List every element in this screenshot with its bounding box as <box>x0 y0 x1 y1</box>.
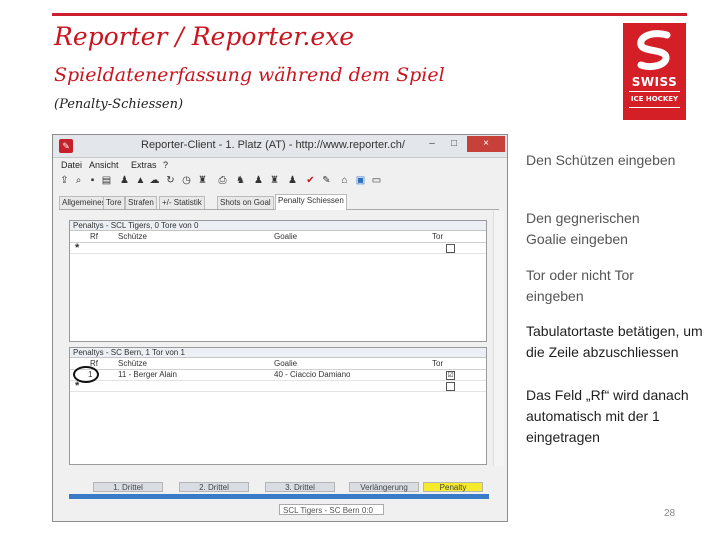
vertical-scrollbar[interactable] <box>493 211 504 466</box>
menu-ansicht[interactable]: Ansicht <box>89 160 119 170</box>
tv-icon[interactable]: ▭ <box>371 175 382 186</box>
search-icon[interactable]: ⌕ <box>73 175 84 186</box>
window-titlebar[interactable]: ✎ Reporter-Client - 1. Platz (AT) - http… <box>53 135 507 158</box>
swiss-ice-hockey-logo: SWISS ICE HOCKEY <box>623 23 686 120</box>
logo-divider <box>629 91 680 92</box>
grid-title: Penaltys - SCL Tigers, 0 Tore von 0 <box>70 221 486 231</box>
new-row[interactable]: * <box>70 381 486 392</box>
menu-help[interactable]: ? <box>163 160 168 170</box>
tor-checkbox-checked[interactable]: ☑ <box>446 371 455 380</box>
upload-icon[interactable]: ⇪ <box>59 175 70 186</box>
penalty-grid-away: Penaltys - SC Bern, 1 Tor von 1 Rf Schüt… <box>69 347 487 465</box>
tab-penalty-schiessen[interactable]: Penalty Schiessen <box>275 194 347 210</box>
window-title: Reporter-Client - 1. Platz (AT) - http:/… <box>141 139 405 151</box>
note-tor: Tor oder nicht Tor eingeben <box>526 267 634 304</box>
tab-statistik[interactable]: +/- Statistik <box>159 196 205 209</box>
period-1[interactable]: 1. Drittel <box>93 482 163 492</box>
menu-extras[interactable]: Extras <box>131 160 157 170</box>
penalty-grid-home: Penaltys - SCL Tigers, 0 Tore von 0 Rf S… <box>69 220 487 342</box>
refresh-icon[interactable]: ↻ <box>165 175 176 186</box>
home-icon[interactable]: ⌂ <box>339 175 350 186</box>
print-icon[interactable]: ⎙ <box>217 175 228 186</box>
grid-header: Rf Schütze Goalie Tor <box>70 232 486 243</box>
note-rf-field: Das Feld „Rf“ wird danach automatisch mi… <box>526 387 689 445</box>
people-icon[interactable]: ♟ <box>287 175 298 186</box>
new-row-marker: * <box>75 242 80 254</box>
grid-header: Rf Schütze Goalie Tor <box>70 359 486 370</box>
note-tabulator: Tabulatortaste betätigen, um die Zeile a… <box>526 323 703 360</box>
close-button[interactable]: × <box>467 136 505 152</box>
logo-text-swiss: SWISS <box>631 75 678 89</box>
score-status: SCL Tigers - SC Bern 0:0 <box>279 504 384 515</box>
new-row-marker: * <box>75 380 80 392</box>
new-row[interactable]: * <box>70 243 486 254</box>
grid-title: Penaltys - SC Bern, 1 Tor von 1 <box>70 348 486 358</box>
maximize-button[interactable]: □ <box>445 136 463 152</box>
note-schuetze: Den Schützen eingeben <box>526 152 676 168</box>
tab-tore[interactable]: Tore <box>103 196 125 209</box>
col-schuetze[interactable]: Schütze <box>118 359 147 369</box>
team-icon[interactable]: ♜ <box>197 175 208 186</box>
people-icon[interactable]: ♟ <box>253 175 264 186</box>
cloud-icon[interactable]: ☁ <box>149 175 160 186</box>
slide-subtitle: Spieldatenerfassung während dem Spiel <box>54 64 445 86</box>
cell-goalie[interactable]: 40 - Ciaccio Damiano <box>274 370 350 380</box>
tor-checkbox[interactable] <box>446 244 455 253</box>
toolbar: ⇪ ⌕ ▪ ▤ ♟ ▲ ☁ ↻ ◷ ♜ ⎙ ♞ ♟ ♜ ♟ ✔ ✎ ⌂ ▣ ▭ <box>57 175 497 189</box>
slide-subsubtitle: (Penalty-Schiessen) <box>54 97 184 112</box>
period-3[interactable]: 3. Drittel <box>265 482 335 492</box>
window-icon[interactable]: ▣ <box>355 175 366 186</box>
tab-allgemeines[interactable]: Allgemeines <box>59 196 109 209</box>
page-number: 28 <box>664 508 676 519</box>
logo-divider <box>629 107 680 108</box>
save-icon[interactable]: ▪ <box>87 175 98 186</box>
note-goalie: Den gegnerischen Goalie eingeben <box>526 210 640 247</box>
check-icon[interactable]: ✔ <box>305 175 316 186</box>
cell-schuetze[interactable]: 11 - Berger Alain <box>118 370 177 380</box>
period-2[interactable]: 2. Drittel <box>179 482 249 492</box>
game-progress-bar <box>69 494 489 499</box>
col-schuetze[interactable]: Schütze <box>118 232 147 242</box>
people-icon[interactable]: ♟ <box>119 175 130 186</box>
col-goalie[interactable]: Goalie <box>274 232 297 242</box>
minimize-button[interactable]: – <box>423 136 441 152</box>
logo-text-ice-hockey: ICE HOCKEY <box>630 95 679 103</box>
header-rule <box>52 13 687 16</box>
slide-title: Reporter / Reporter.exe <box>54 22 355 51</box>
clock-icon[interactable]: ◷ <box>181 175 192 186</box>
col-rf[interactable]: Rf <box>90 232 98 242</box>
reporter-client-window: ✎ Reporter-Client - 1. Platz (AT) - http… <box>52 134 508 522</box>
people-icon[interactable]: ♞ <box>235 175 246 186</box>
app-icon: ✎ <box>59 139 73 153</box>
tab-shots-on-goal[interactable]: Shots on Goal <box>217 196 274 209</box>
col-goalie[interactable]: Goalie <box>274 359 297 369</box>
col-tor[interactable]: Tor <box>432 232 443 242</box>
period-overtime[interactable]: Verlängerung <box>349 482 419 492</box>
menubar: Datei Ansicht Extras ? <box>53 159 507 173</box>
tor-checkbox[interactable] <box>446 382 455 391</box>
menu-datei[interactable]: Datei <box>61 160 82 170</box>
tool-icon[interactable]: ✎ <box>321 175 332 186</box>
logo-swoosh-icon <box>637 30 671 71</box>
table-row[interactable]: 1 11 - Berger Alain 40 - Ciaccio Damiano… <box>70 366 486 383</box>
col-tor[interactable]: Tor <box>432 359 443 369</box>
clipboard-icon[interactable]: ▤ <box>101 175 112 186</box>
tab-strafen[interactable]: Strafen <box>125 196 157 209</box>
upload-green-icon[interactable]: ▲ <box>135 175 146 186</box>
people-icon[interactable]: ♜ <box>269 175 280 186</box>
tab-strip: Allgemeines Tore Strafen +/- Statistik S… <box>59 194 499 210</box>
period-penalty[interactable]: Penalty <box>423 482 483 492</box>
